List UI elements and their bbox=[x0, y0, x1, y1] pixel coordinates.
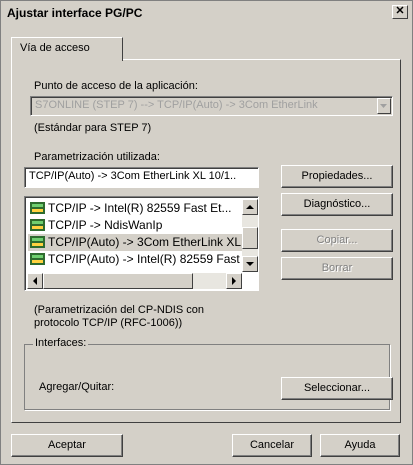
cancel-button[interactable]: Cancelar bbox=[232, 434, 312, 457]
access-point-value: S7ONLINE (STEP 7) --> TCP/IP(Auto) -> 3C… bbox=[35, 99, 318, 111]
list-item[interactable]: TCP/IP -> Intel(R) 82559 Fast Et... bbox=[28, 200, 232, 217]
scroll-thumb[interactable] bbox=[242, 227, 258, 249]
network-icon bbox=[30, 236, 45, 248]
close-icon: ✕ bbox=[395, 5, 405, 17]
arrow-up-icon bbox=[246, 205, 254, 209]
list-item-selected[interactable]: TCP/IP(Auto) -> 3Com EtherLink XL bbox=[28, 234, 258, 251]
tab-label: Vía de acceso bbox=[20, 42, 90, 54]
close-button[interactable]: ✕ bbox=[392, 5, 408, 19]
scroll-down-button[interactable] bbox=[242, 256, 258, 272]
param-description: (Parametrización del CP-NDIS con protoco… bbox=[34, 304, 204, 329]
properties-button[interactable]: Propiedades... bbox=[281, 165, 393, 188]
arrow-right-icon bbox=[232, 277, 236, 285]
title-bar[interactable]: Ajustar interface PG/PC ✕ bbox=[3, 3, 410, 23]
arrow-left-icon bbox=[33, 277, 37, 285]
param-value: TCP/IP(Auto) -> 3Com EtherLink XL 10/1.. bbox=[29, 170, 237, 182]
scroll-left-button[interactable] bbox=[27, 273, 43, 289]
network-icon bbox=[30, 202, 45, 214]
list-item-label: TCP/IP(Auto) -> Intel(R) 82559 Fast bbox=[48, 252, 240, 266]
network-icon bbox=[30, 219, 45, 231]
interfaces-group-label: Interfaces: bbox=[33, 337, 89, 349]
accept-button[interactable]: Aceptar bbox=[11, 434, 123, 457]
window-title: Ajustar interface PG/PC bbox=[7, 6, 143, 20]
list-item[interactable]: TCP/IP -> NdisWanIp bbox=[28, 217, 162, 234]
chevron-down-icon[interactable] bbox=[377, 98, 391, 114]
access-point-label: Punto de acceso de la aplicación: bbox=[34, 80, 198, 92]
param-list[interactable]: TCP/IP -> Intel(R) 82559 Fast Et... TCP/… bbox=[24, 196, 259, 291]
param-label: Parametrización utilizada: bbox=[34, 151, 160, 163]
list-item[interactable]: TCP/IP(Auto) -> Intel(R) 82559 Fast bbox=[28, 251, 240, 268]
select-button[interactable]: Seleccionar... bbox=[281, 377, 393, 400]
help-button[interactable]: Ayuda bbox=[320, 434, 400, 457]
diagnostics-button[interactable]: Diagnóstico... bbox=[281, 193, 393, 216]
scroll-right-button[interactable] bbox=[226, 273, 242, 289]
list-item-label: TCP/IP -> Intel(R) 82559 Fast Et... bbox=[48, 201, 232, 215]
access-point-note: (Estándar para STEP 7) bbox=[34, 122, 152, 134]
tab-via-de-acceso[interactable]: Vía de acceso bbox=[11, 37, 123, 61]
list-item-label: TCP/IP(Auto) -> 3Com EtherLink XL bbox=[48, 235, 242, 249]
delete-button[interactable]: Borrar bbox=[281, 257, 393, 280]
scroll-up-button[interactable] bbox=[242, 199, 258, 215]
add-remove-label: Agregar/Quitar: bbox=[39, 381, 115, 393]
network-icon bbox=[30, 253, 45, 265]
scroll-thumb-horizontal[interactable] bbox=[43, 273, 193, 289]
vertical-scrollbar[interactable] bbox=[242, 199, 258, 272]
list-item-label: TCP/IP -> NdisWanIp bbox=[48, 218, 163, 232]
copy-button[interactable]: Copiar... bbox=[281, 229, 393, 252]
horizontal-scrollbar[interactable] bbox=[27, 273, 242, 289]
access-point-combo[interactable]: S7ONLINE (STEP 7) --> TCP/IP(Auto) -> 3C… bbox=[30, 96, 393, 116]
param-value-field[interactable]: TCP/IP(Auto) -> 3Com EtherLink XL 10/1.. bbox=[24, 167, 259, 188]
dialog-window: Ajustar interface PG/PC ✕ Vía de acceso … bbox=[0, 0, 413, 465]
arrow-down-icon bbox=[246, 262, 254, 266]
